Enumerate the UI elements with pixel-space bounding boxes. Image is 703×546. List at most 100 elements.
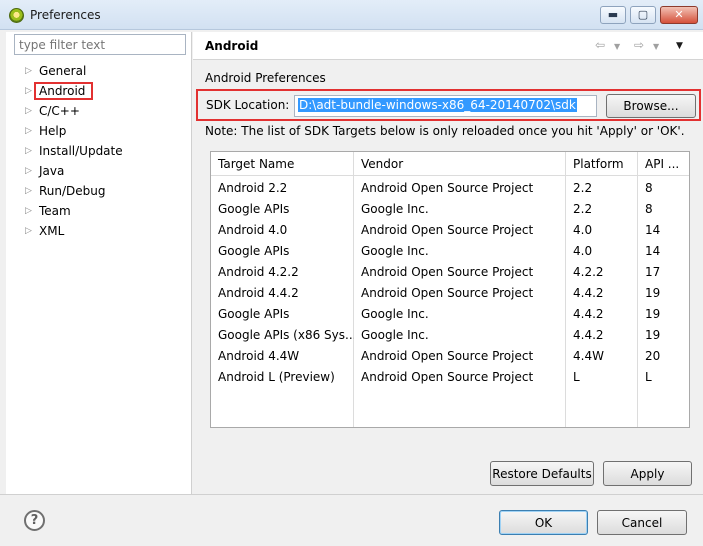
- tree-item-xml[interactable]: ▷ XML: [16, 222, 186, 242]
- expand-arrow-icon[interactable]: ▷: [25, 182, 32, 200]
- tree-item-label: Java: [39, 164, 65, 178]
- sdk-location-value: D:\adt-bundle-windows-x86_64-20140702\sd…: [298, 98, 577, 112]
- tree-item-label: Run/Debug: [39, 184, 106, 198]
- table-row[interactable]: Android 4.0 Android Open Source Project 4.…: [211, 220, 689, 241]
- table-row[interactable]: Google APIs (x86 Sys... Google Inc. 4.4.2 1…: [211, 325, 689, 346]
- expand-arrow-icon[interactable]: ▷: [25, 102, 32, 120]
- table-cell: Google Inc.: [361, 307, 429, 321]
- tree-item-c-c-[interactable]: ▷ C/C++: [16, 102, 186, 122]
- table-cell: 4.4.2: [573, 328, 604, 342]
- forward-dropdown-icon[interactable]: ▼: [653, 42, 659, 51]
- column-header-vendor[interactable]: Vendor: [354, 152, 566, 176]
- table-cell: Android Open Source Project: [361, 286, 534, 300]
- title-bar: Preferences ▬ ▢ ✕: [0, 0, 703, 30]
- restore-defaults-button[interactable]: Restore Defaults: [490, 461, 594, 486]
- expand-arrow-icon[interactable]: ▷: [25, 62, 32, 80]
- apply-button[interactable]: Apply: [603, 461, 692, 486]
- footer-divider: [0, 494, 703, 495]
- table-row[interactable]: Android 4.4W Android Open Source Project 4…: [211, 346, 689, 367]
- tree-item-team[interactable]: ▷ Team: [16, 202, 186, 222]
- page-title: Android: [205, 39, 259, 53]
- table-cell: 14: [645, 244, 661, 258]
- table-cell: Android Open Source Project: [361, 265, 534, 279]
- forward-arrow-icon[interactable]: ⇨: [634, 38, 644, 52]
- tree-item-label: XML: [39, 224, 65, 238]
- ok-button[interactable]: OK: [499, 510, 588, 535]
- sdk-note: Note: The list of SDK Targets below is o…: [205, 124, 685, 138]
- view-menu-icon[interactable]: ▼: [676, 41, 683, 51]
- table-cell: Android Open Source Project: [361, 370, 534, 384]
- table-row[interactable]: Android 4.4.2 Android Open Source Project…: [211, 283, 689, 304]
- preference-page: Android ⇦ ▼ ⇨ ▼ ▼ Android Preferences SD…: [193, 32, 703, 494]
- sdk-location-label: SDK Location:: [206, 98, 290, 112]
- tree-item-label: Team: [39, 204, 71, 218]
- table-cell: Android Open Source Project: [361, 223, 534, 237]
- sdk-location-input[interactable]: D:\adt-bundle-windows-x86_64-20140702\sd…: [294, 95, 597, 117]
- tree-item-label: Android: [34, 82, 94, 100]
- table-cell: Google APIs: [218, 307, 290, 321]
- preferences-tree: ▷ General ▷ Android ▷ C/C++ ▷ Help ▷ Install/Upda…: [16, 62, 186, 242]
- table-cell: Android Open Source Project: [361, 181, 534, 195]
- table-header: Target Name Vendor Platform API ...: [211, 152, 689, 176]
- table-cell: 19: [645, 286, 661, 300]
- table-row[interactable]: Android L (Preview) Android Open Source P…: [211, 367, 689, 388]
- sdk-location-highlight: SDK Location: D:\adt-bundle-windows-x86_…: [196, 89, 701, 121]
- table-row[interactable]: Google APIs Google Inc. 4.4.2 19: [211, 304, 689, 325]
- back-dropdown-icon[interactable]: ▼: [614, 42, 620, 51]
- tree-item-install-update[interactable]: ▷ Install/Update: [16, 142, 186, 162]
- table-cell: 4.4.2: [573, 307, 604, 321]
- filter-input[interactable]: [14, 34, 186, 55]
- tree-item-run-debug[interactable]: ▷ Run/Debug: [16, 182, 186, 202]
- table-cell: Android 4.4.2: [218, 286, 299, 300]
- table-cell: 2.2: [573, 181, 593, 195]
- table-cell: Android 2.2: [218, 181, 288, 195]
- table-cell: 19: [645, 307, 661, 321]
- table-cell: Android 4.0: [218, 223, 288, 237]
- table-cell: 4.0: [573, 223, 593, 237]
- table-cell: 17: [645, 265, 661, 279]
- column-header-target-name[interactable]: Target Name: [211, 152, 354, 176]
- expand-arrow-icon[interactable]: ▷: [25, 222, 32, 240]
- tree-item-help[interactable]: ▷ Help: [16, 122, 186, 142]
- table-cell: 4.4W: [573, 349, 604, 363]
- back-arrow-icon[interactable]: ⇦: [595, 38, 605, 52]
- cancel-button[interactable]: Cancel: [597, 510, 687, 535]
- preferences-tree-pane: ▷General▷Android▷C/C++▷Help▷Install/Upda…: [6, 32, 192, 494]
- page-header: Android ⇦ ▼ ⇨ ▼ ▼: [193, 32, 703, 60]
- help-icon[interactable]: ?: [24, 510, 45, 531]
- tree-item-android[interactable]: ▷ Android: [16, 82, 186, 102]
- expand-arrow-icon[interactable]: ▷: [25, 142, 32, 160]
- table-row[interactable]: Google APIs Google Inc. 2.2 8: [211, 199, 689, 220]
- table-cell: 8: [645, 202, 653, 216]
- window-title: Preferences: [30, 8, 101, 22]
- column-header-api[interactable]: API ...: [638, 152, 689, 176]
- table-cell: 2.2: [573, 202, 593, 216]
- tree-item-java[interactable]: ▷ Java: [16, 162, 186, 182]
- maximize-button[interactable]: ▢: [630, 6, 656, 24]
- column-header-platform[interactable]: Platform: [566, 152, 638, 176]
- close-button[interactable]: ✕: [660, 6, 698, 24]
- expand-arrow-icon[interactable]: ▷: [25, 122, 32, 140]
- table-row[interactable]: Android 4.2.2 Android Open Source Project…: [211, 262, 689, 283]
- minimize-button[interactable]: ▬: [600, 6, 626, 24]
- expand-arrow-icon[interactable]: ▷: [25, 202, 32, 220]
- eclipse-app-icon: [9, 8, 24, 23]
- table-cell: Google APIs (x86 Sys...: [218, 328, 354, 342]
- table-cell: 4.2.2: [573, 265, 604, 279]
- sdk-targets-table: Target Name Vendor Platform API ... Andr…: [210, 151, 690, 428]
- tree-item-label: Help: [39, 124, 67, 138]
- table-cell: 4.4.2: [573, 286, 604, 300]
- tree-item-label: Install/Update: [39, 144, 123, 158]
- table-cell: 4.0: [573, 244, 593, 258]
- table-row[interactable]: Android 2.2 Android Open Source Project 2.…: [211, 178, 689, 199]
- table-row[interactable]: Google APIs Google Inc. 4.0 14: [211, 241, 689, 262]
- browse-button[interactable]: Browse...: [606, 94, 696, 118]
- expand-arrow-icon[interactable]: ▷: [25, 82, 32, 100]
- table-cell: Android L (Preview): [218, 370, 335, 384]
- section-label: Android Preferences: [205, 71, 326, 85]
- table-cell: Google APIs: [218, 202, 290, 216]
- tree-item-general[interactable]: ▷ General: [16, 62, 186, 82]
- expand-arrow-icon[interactable]: ▷: [25, 162, 32, 180]
- table-cell: Google Inc.: [361, 244, 429, 258]
- table-cell: Android Open Source Project: [361, 349, 534, 363]
